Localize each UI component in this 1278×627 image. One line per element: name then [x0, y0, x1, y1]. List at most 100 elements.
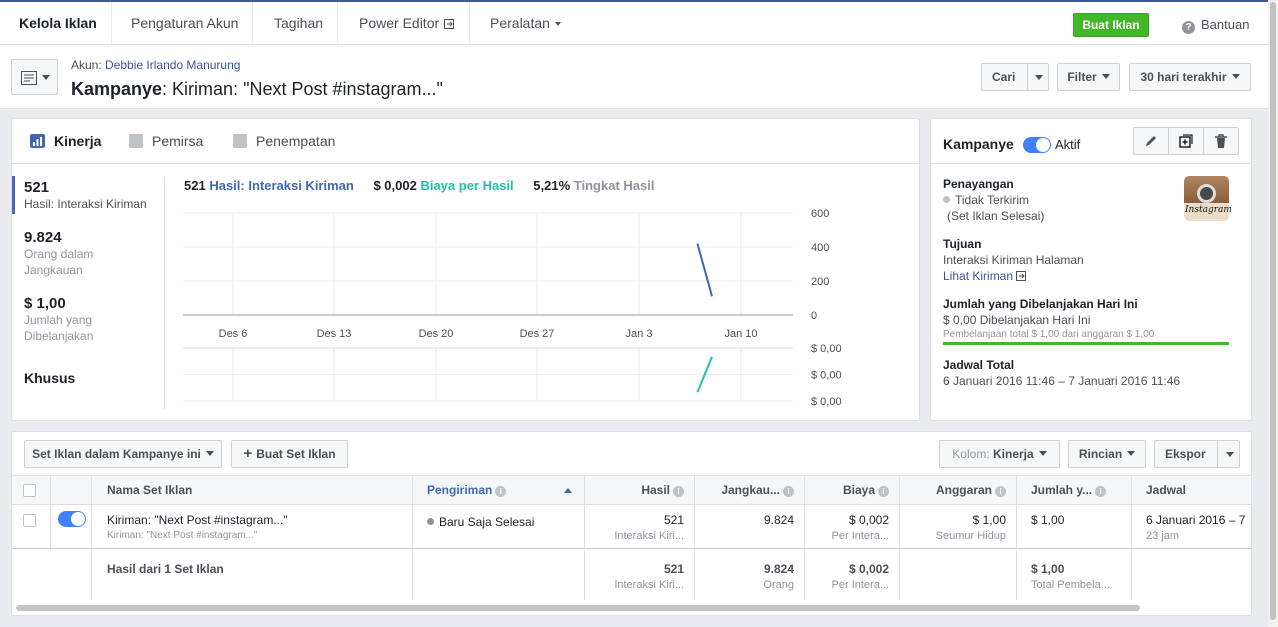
view-post-label: Lihat Kiriman — [943, 269, 1014, 283]
external-link-icon — [444, 19, 455, 29]
cost-sub: Per Intera... — [831, 530, 889, 542]
results-sub: Interaksi Kiri... — [614, 530, 684, 542]
spent-total: Pembelanjaan total $ 1,00 dari anggaran … — [943, 329, 1155, 340]
info-icon: i — [995, 486, 1006, 497]
info-icon: i — [495, 486, 507, 497]
y-tick-label: $ 0,00 — [811, 343, 842, 355]
adset-name-link[interactable]: Kiriman: "Next Post #instagram..." — [107, 512, 402, 528]
header-cost[interactable]: Biaya i — [805, 476, 900, 505]
schedule-sub: 23 jam — [1146, 530, 1180, 542]
spend-progress-fill — [943, 342, 1229, 345]
columns-dropdown[interactable]: Kolom: Kinerja — [939, 440, 1060, 468]
trash-icon — [1215, 134, 1227, 148]
status-dot-icon — [427, 518, 434, 525]
account-prefix: Akun: — [71, 58, 102, 72]
horizontal-scrollbar[interactable] — [16, 605, 1140, 611]
header-schedule[interactable]: Jadwal — [1132, 476, 1251, 505]
help-link[interactable]: ? Bantuan — [1182, 17, 1249, 34]
search-dropdown[interactable]: Cari — [981, 63, 1049, 91]
date-range-label: 30 hari terakhir — [1140, 70, 1227, 84]
panel-divider — [931, 163, 1251, 164]
total-results-cell: 521 Interaksi Kiri... — [585, 550, 695, 600]
budget-sub: Seumur Hidup — [935, 530, 1006, 542]
adsets-panel: Set Iklan dalam Kampanye ini + Buat Set I… — [11, 431, 1252, 616]
export-button[interactable]: Ekspor — [1154, 440, 1240, 468]
x-tick-label: Des 13 — [317, 328, 352, 340]
total-budget-cell — [900, 550, 1017, 600]
report-icon — [21, 71, 37, 85]
objective-text: Interaksi Kiriman Halaman — [943, 253, 1084, 267]
spent-value: $ 1,00 — [1031, 513, 1065, 527]
delivery-status: Baru Saja Selesai — [439, 515, 535, 529]
header-results[interactable]: Hasil i — [585, 476, 695, 505]
camera-lens-icon — [1197, 184, 1216, 203]
nav-kelola-iklan[interactable]: Kelola Iklan — [5, 2, 112, 45]
account-line: Akun: Debbie Irlando Manurung — [71, 58, 240, 72]
cost-value: $ 0,002 — [848, 513, 889, 527]
divider — [1027, 64, 1028, 90]
select-all-checkbox[interactable] — [23, 484, 36, 497]
row-toggle-cell — [51, 505, 92, 548]
duplicate-icon — [1179, 134, 1193, 148]
y-tick-label: 400 — [811, 242, 829, 254]
nav-power-editor[interactable]: Power Editor — [345, 2, 471, 45]
create-ad-button[interactable]: Buat Iklan — [1073, 13, 1149, 37]
row-spent-cell: $ 1,00 — [1017, 505, 1132, 548]
vertical-scrollbar-thumb[interactable] — [1270, 2, 1276, 620]
delete-button[interactable] — [1203, 127, 1239, 155]
chevron-down-icon — [42, 75, 50, 80]
header-amount-spent[interactable]: Jumlah y... i — [1017, 476, 1132, 505]
plus-icon: + — [243, 445, 253, 462]
campaign-status: Aktif — [1055, 137, 1081, 152]
total-results-value: 521 — [663, 562, 684, 576]
total-reach-cell: 9.824 Orang — [695, 550, 805, 600]
header-budget[interactable]: Anggaran i — [900, 476, 1017, 505]
account-name-link[interactable]: Debbie Irlando Manurung — [105, 58, 240, 72]
row-checkbox[interactable] — [23, 514, 36, 527]
spent-title: Jumlah yang Dibelanjakan Hari Ini — [943, 297, 1138, 311]
header-delivery[interactable]: Pengiriman i — [413, 476, 585, 505]
nav-pengaturan-akun[interactable]: Pengaturan Akun — [117, 2, 254, 45]
adset-sub-link[interactable]: Kiriman: "Next Post #instagram..." — [107, 528, 402, 544]
row-select-cell — [12, 505, 51, 548]
date-range-button[interactable]: 30 hari terakhir — [1129, 63, 1251, 91]
header-reach[interactable]: Jangkau... i — [695, 476, 805, 505]
spent-value: $ 0,00 Dibelanjakan Hari Ini — [943, 313, 1091, 327]
duplicate-button[interactable] — [1168, 127, 1204, 155]
chevron-down-icon — [554, 22, 561, 26]
table-header: Nama Set Iklan Pengiriman i Hasil i Jangka… — [12, 475, 1251, 505]
total-label-cell: Hasil dari 1 Set Iklan — [92, 550, 413, 600]
row-delivery-cell: Baru Saja Selesai — [413, 505, 585, 548]
chevron-down-icon — [205, 451, 214, 456]
create-adset-button[interactable]: + Buat Set Iklan — [231, 440, 348, 468]
create-adset-label: Buat Set Iklan — [256, 447, 336, 461]
campaign-active-toggle[interactable] — [1023, 137, 1051, 153]
edit-button[interactable] — [1133, 127, 1169, 155]
sort-ascending-icon — [563, 488, 572, 493]
adset-active-toggle[interactable] — [58, 511, 86, 527]
total-reach-sub: Orang — [763, 579, 794, 591]
nav-tagihan[interactable]: Tagihan — [260, 2, 339, 45]
header-budget-label: Anggaran — [935, 483, 992, 497]
page-title: Kampanye: Kiriman: "Next Post #instagram… — [71, 79, 443, 100]
results-series-line — [696, 243, 713, 297]
table-row: Kiriman: "Next Post #instagram..." Kirim… — [12, 505, 1251, 549]
pencil-icon — [1146, 136, 1156, 146]
page-title-rest: : Kiriman: "Next Post #instagram..." — [162, 79, 443, 99]
filter-button[interactable]: Filter — [1057, 63, 1120, 91]
total-delivery-cell — [413, 550, 585, 600]
nav-peralatan[interactable]: Peralatan — [476, 2, 575, 45]
adsets-scope-dropdown[interactable]: Set Iklan dalam Kampanye ini — [24, 440, 222, 468]
campaign-menu-button[interactable] — [11, 59, 58, 95]
header-results-label: Hasil — [641, 483, 670, 497]
total-results-sub: Interaksi Kiri... — [614, 579, 684, 591]
columns-value: Kinerja — [993, 447, 1034, 461]
performance-chart: 600 400 200 0 Des 6 Des 13 Des 20 Des 27 Jan 3 Ja… — [183, 208, 842, 408]
view-post-link[interactable]: Lihat Kiriman — [943, 269, 1027, 283]
breakdown-dropdown[interactable]: Rincian — [1068, 440, 1146, 468]
external-link-icon — [1016, 271, 1027, 281]
search-label: Cari — [992, 70, 1016, 84]
header-adset-name[interactable]: Nama Set Iklan — [92, 476, 413, 505]
total-spent-cell: $ 1,00 Total Pembela... — [1017, 550, 1132, 600]
x-tick-label: Des 20 — [419, 328, 454, 340]
